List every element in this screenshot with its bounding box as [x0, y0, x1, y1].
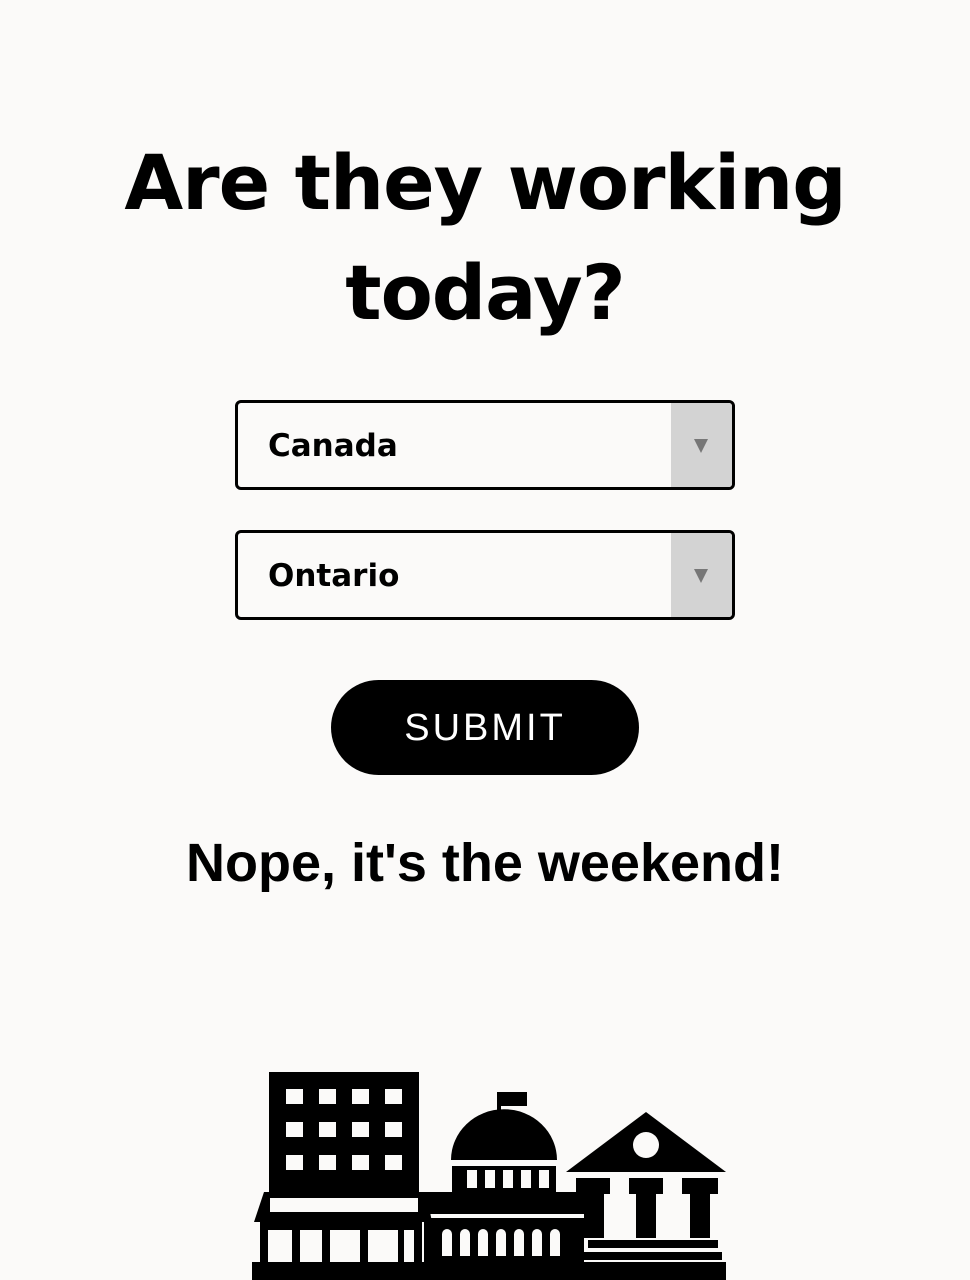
page-title: Are they working today?: [124, 138, 846, 337]
region-select[interactable]: Ontario: [235, 530, 735, 620]
chevron-down-icon: [694, 439, 708, 453]
country-select-arrow-button[interactable]: [671, 403, 732, 487]
courthouse-icon: [566, 1112, 726, 1280]
government-buildings-illustration: [252, 1072, 726, 1280]
region-select-arrow-button[interactable]: [671, 533, 732, 617]
submit-button[interactable]: SUBMIT: [331, 680, 639, 775]
country-select-value: Canada: [268, 428, 398, 464]
chevron-down-icon: [694, 569, 708, 583]
result-message: Nope, it's the weekend!: [186, 833, 784, 893]
office-building-icon: [252, 1072, 432, 1280]
country-select[interactable]: Canada: [235, 400, 735, 490]
region-select-value: Ontario: [268, 558, 400, 594]
domed-building-icon: [424, 1092, 584, 1280]
page: Are they working today? Canada Ontario S…: [0, 0, 970, 1280]
